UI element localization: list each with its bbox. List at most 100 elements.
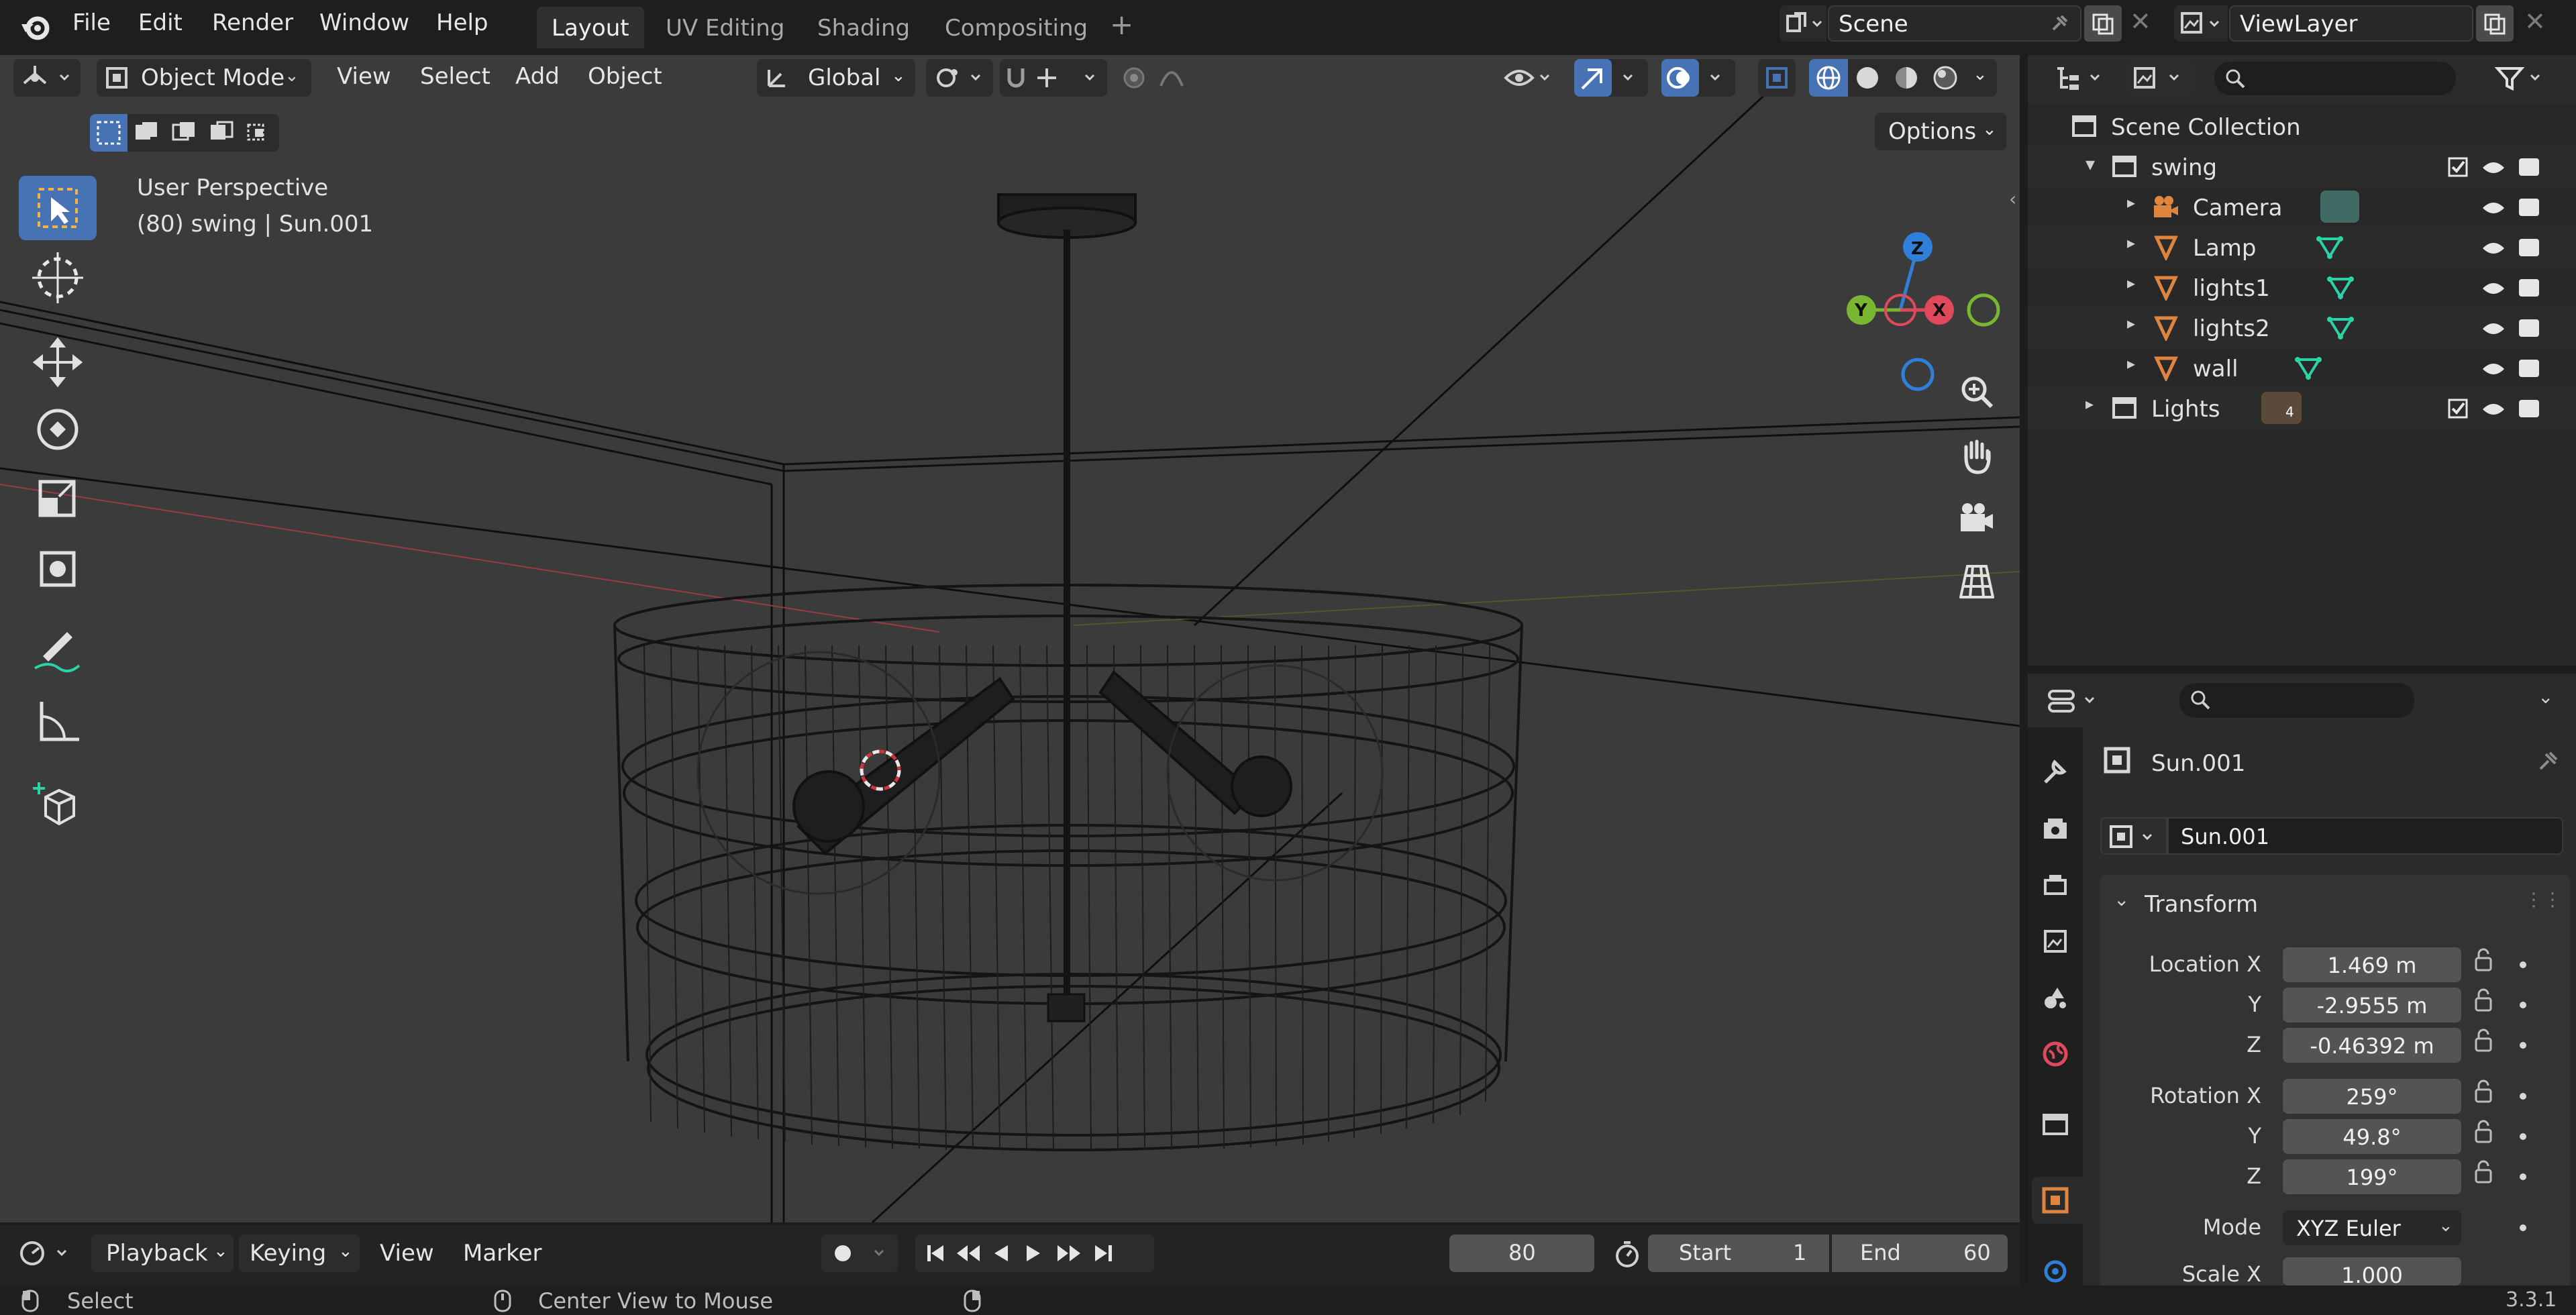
expand-arrow-icon[interactable]: ▾: [2085, 153, 2095, 175]
expand-arrow-icon[interactable]: ▸: [2085, 394, 2094, 413]
visibility-dropdown[interactable]: [1502, 59, 1555, 97]
expand-arrow-icon[interactable]: ▸: [2127, 274, 2135, 293]
editor-type-button[interactable]: [13, 1234, 78, 1272]
pivot-point-dropdown[interactable]: [926, 59, 993, 97]
menu-object[interactable]: Object: [588, 63, 662, 90]
object-browse-button[interactable]: [2100, 817, 2167, 855]
proportional-editing-toggle[interactable]: [1114, 59, 1221, 97]
xray-toggle[interactable]: [1758, 59, 1796, 97]
select-subtract-icon[interactable]: [165, 114, 203, 152]
menu-edit[interactable]: Edit: [138, 9, 183, 36]
menu-file[interactable]: File: [72, 9, 111, 36]
editor-type-button[interactable]: [13, 59, 81, 97]
rotation-x-field[interactable]: 259°: [2283, 1079, 2461, 1114]
collection-tab-icon[interactable]: [2040, 1108, 2071, 1139]
pin-icon[interactable]: [2534, 749, 2561, 776]
keying-menu[interactable]: Keying ⌄: [239, 1234, 360, 1272]
view-layer-tab-icon[interactable]: [2040, 926, 2071, 957]
properties-search-input[interactable]: [2179, 683, 2414, 718]
view-layer-browse-button[interactable]: [2174, 5, 2228, 42]
select-extend-icon[interactable]: [127, 114, 165, 152]
snap-dropdown[interactable]: [1000, 59, 1107, 97]
expand-arrow-icon[interactable]: ▸: [2127, 233, 2135, 252]
timeline-view-menu[interactable]: View: [380, 1240, 434, 1267]
location-x-field[interactable]: 1.469 m: [2283, 947, 2461, 982]
stopwatch-icon[interactable]: [1610, 1237, 1644, 1271]
ortho-grid-icon[interactable]: [1953, 557, 2001, 605]
output-tab-icon[interactable]: [2040, 870, 2071, 900]
navigation-gizmo[interactable]: [1832, 173, 2006, 401]
auto-keying-toggle[interactable]: [821, 1234, 898, 1272]
outliner-search-input[interactable]: [2214, 62, 2456, 95]
timeline-marker-menu[interactable]: Marker: [463, 1240, 542, 1267]
blender-logo-icon[interactable]: [19, 9, 52, 43]
select-new-button[interactable]: [90, 114, 127, 152]
object-name-field[interactable]: Sun.001: [2167, 817, 2563, 855]
transform-orientation-dropdown[interactable]: Global ⌄: [757, 59, 915, 97]
new-view-layer-button[interactable]: [2476, 5, 2514, 42]
panel-collapse-icon[interactable]: ⌄: [2114, 888, 2129, 910]
solid-shading-icon[interactable]: [1848, 59, 1887, 97]
light-children-icon[interactable]: 4: [2261, 392, 2302, 424]
outliner-row-scene-collection[interactable]: Scene Collection: [2028, 106, 2576, 146]
camera-view-icon[interactable]: [1953, 494, 2001, 542]
overlays-toggle[interactable]: [1661, 59, 1735, 97]
gizmo-toggle[interactable]: [1574, 59, 1648, 97]
display-mode-dropdown[interactable]: [2127, 60, 2194, 97]
expand-arrow-icon[interactable]: ▸: [2127, 193, 2135, 212]
tab-uv-editing[interactable]: UV Editing: [651, 7, 799, 48]
physics-tab-icon[interactable]: [2040, 1256, 2071, 1285]
tool-tab-icon[interactable]: [2040, 757, 2071, 788]
expand-arrow-icon[interactable]: ▸: [2127, 314, 2135, 333]
measure-tool[interactable]: [19, 690, 97, 754]
camera-data-icon[interactable]: [2320, 191, 2359, 223]
editor-type-button[interactable]: [2043, 682, 2110, 719]
world-tab-icon[interactable]: [2040, 1039, 2071, 1069]
move-tool[interactable]: [19, 330, 97, 394]
menu-add[interactable]: Add: [515, 63, 560, 90]
material-shading-icon[interactable]: [1887, 59, 1926, 97]
new-scene-button[interactable]: [2084, 5, 2122, 42]
end-frame-field[interactable]: End 60: [1832, 1234, 2008, 1272]
menu-render[interactable]: Render: [212, 9, 293, 36]
options-dropdown[interactable]: Options ⌄: [1875, 113, 2006, 150]
delete-view-layer-icon[interactable]: ✕: [2524, 7, 2546, 36]
add-workspace-icon[interactable]: +: [1110, 8, 1133, 41]
playback-controls-icons[interactable]: [915, 1234, 1154, 1272]
editor-type-button[interactable]: [2048, 60, 2115, 97]
pin-icon[interactable]: [2047, 12, 2071, 36]
menu-help[interactable]: Help: [436, 9, 488, 36]
start-frame-field[interactable]: Start 1: [1648, 1234, 1829, 1272]
mesh-data-icon[interactable]: [2326, 314, 2355, 341]
filter-icon[interactable]: [2491, 62, 2551, 95]
rotation-mode-dropdown[interactable]: XYZ Euler ⌄: [2283, 1210, 2461, 1245]
scale-x-field[interactable]: 1.000: [2283, 1257, 2461, 1285]
location-z-field[interactable]: -0.46392 m: [2283, 1028, 2461, 1063]
restriction-toggles[interactable]: [2444, 153, 2571, 435]
mode-dropdown[interactable]: Object Mode ⌄: [97, 59, 311, 97]
sidebar-toggle-icon[interactable]: ‹: [2009, 188, 2016, 210]
menu-window[interactable]: Window: [319, 9, 409, 36]
mesh-data-icon[interactable]: [2315, 233, 2345, 260]
chevron-down-icon[interactable]: ⌄: [2538, 686, 2553, 708]
cursor-tool[interactable]: [19, 246, 97, 310]
drag-handle-icon[interactable]: ⋮⋮: [2524, 888, 2562, 910]
menu-view[interactable]: View: [337, 63, 391, 90]
rotation-y-field[interactable]: 49.8°: [2283, 1119, 2461, 1154]
transform-panel-title[interactable]: Transform: [2145, 891, 2258, 918]
current-frame-field[interactable]: 80: [1449, 1234, 1594, 1272]
playback-menu[interactable]: Playback ⌄: [91, 1234, 234, 1272]
tab-layout[interactable]: Layout: [537, 7, 644, 48]
render-tab-icon[interactable]: [2040, 813, 2071, 844]
select-intersect-icon[interactable]: [240, 114, 278, 152]
select-difference-icon[interactable]: [203, 114, 240, 152]
scale-tool[interactable]: [19, 467, 97, 531]
wireframe-shading-button[interactable]: [1809, 59, 1848, 97]
pan-hand-icon[interactable]: [1953, 431, 2001, 479]
menu-select[interactable]: Select: [420, 63, 491, 90]
tab-shading[interactable]: Shading: [803, 7, 925, 48]
scene-name-field[interactable]: Scene: [1828, 5, 2081, 42]
view-layer-name-field[interactable]: ViewLayer: [2229, 5, 2473, 42]
tab-compositing[interactable]: Compositing: [930, 7, 1102, 48]
lock-and-keyframe-column[interactable]: [2467, 946, 2534, 1255]
